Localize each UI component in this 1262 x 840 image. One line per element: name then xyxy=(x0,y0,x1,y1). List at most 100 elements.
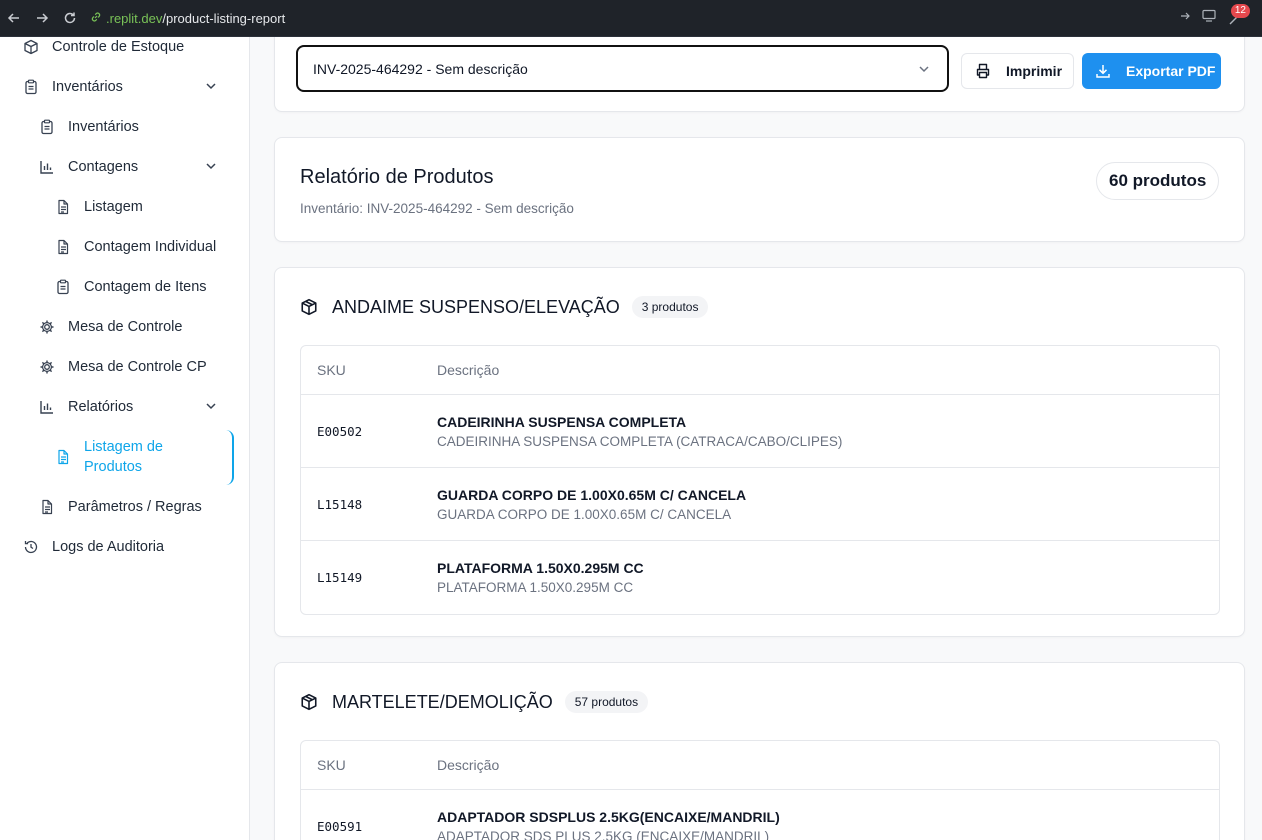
toolbar-card: INV-2025-464292 - Sem descrição Imprimir… xyxy=(274,37,1245,112)
chevron-down-icon[interactable] xyxy=(204,399,218,417)
table-row: E00591 ADAPTADOR SDSPLUS 2.5KG(ENCAIXE/M… xyxy=(301,790,1219,840)
sidebar-item-label: Listagem xyxy=(84,199,143,215)
row-product-description: CADEIRINHA SUSPENSA COMPLETA (CATRACA/CA… xyxy=(437,434,843,449)
column-header-sku: SKU xyxy=(317,362,346,378)
export-pdf-button[interactable]: Exportar PDF xyxy=(1082,53,1221,89)
row-product-description: PLATAFORMA 1.50X0.295M CC xyxy=(437,580,634,595)
category-header: MARTELETE/DEMOLIÇÃO 57 produtos xyxy=(300,691,649,713)
inventory-select-value: INV-2025-464292 - Sem descrição xyxy=(313,60,528,77)
inventory-select[interactable]: INV-2025-464292 - Sem descrição xyxy=(296,45,949,92)
table-row: E00502 CADEIRINHA SUSPENSA COMPLETA CADE… xyxy=(301,395,1219,468)
row-product-name: PLATAFORMA 1.50X0.295M CC xyxy=(437,560,644,576)
clipboard-icon xyxy=(22,78,40,96)
sidebar-item-label: Controle de Estoque xyxy=(52,39,185,55)
category-count-badge: 3 produtos xyxy=(631,296,709,318)
sidebar-item-inventarios[interactable]: Inventários xyxy=(0,107,250,147)
products-table: SKU Descrição E00502 CADEIRINHA SUSPENSA… xyxy=(300,345,1220,615)
sidebar-item-parametros[interactable]: Parâmetros / Regras xyxy=(0,487,250,527)
clipboard-icon xyxy=(54,278,72,296)
row-product-name: CADEIRINHA SUSPENSA COMPLETA xyxy=(437,414,687,430)
print-button-label: Imprimir xyxy=(1006,63,1063,79)
row-product-description: ADAPTADOR SDS PLUS 2,5KG (ENCAIXE/MANDRI… xyxy=(437,829,770,840)
gear-icon xyxy=(38,358,56,376)
sidebar-item-logs-auditoria[interactable]: Logs de Auditoria xyxy=(0,527,250,567)
url-path: /product-listing-report xyxy=(162,10,286,26)
sidebar-item-label-line2: Produtos xyxy=(84,459,143,475)
bar-chart-icon xyxy=(38,398,56,416)
sidebar-item-label: Relatórios xyxy=(68,399,134,415)
row-sku: L15149 xyxy=(317,570,363,585)
category-header: ANDAIME SUSPENSO/ELEVAÇÃO 3 produtos xyxy=(300,296,709,318)
report-subtitle: Inventário: INV-2025-464292 - Sem descri… xyxy=(300,201,574,216)
row-product-name: ADAPTADOR SDSPLUS 2.5KG(ENCAIXE/MANDRIL) xyxy=(437,809,780,825)
column-header-description: Descrição xyxy=(437,362,500,378)
chevron-down-icon[interactable] xyxy=(204,159,218,177)
sidebar-item-label: Inventários xyxy=(68,119,139,135)
sidebar-item-mesa-controle-cp[interactable]: Mesa de Controle CP xyxy=(0,347,250,387)
row-sku: E00502 xyxy=(317,424,363,439)
gear-icon xyxy=(38,318,56,336)
package-icon xyxy=(300,298,318,316)
sidebar-item-listagem[interactable]: Listagem xyxy=(0,187,250,227)
history-icon xyxy=(22,538,40,556)
sidebar-item-contagens[interactable]: Contagens xyxy=(0,147,250,187)
devices-icon[interactable] xyxy=(1202,9,1218,28)
sidebar-item-contagem-individual[interactable]: Contagem Individual xyxy=(0,227,250,267)
report-title: Relatório de Produtos xyxy=(300,166,494,188)
sidebar-item-label: Inventários xyxy=(52,79,123,95)
active-indicator xyxy=(225,430,234,485)
chevron-down-icon xyxy=(917,62,931,79)
bar-chart-icon xyxy=(38,158,56,176)
column-header-sku: SKU xyxy=(317,757,346,773)
file-icon xyxy=(38,498,56,516)
sidebar-item-label-line1: Listagem de xyxy=(84,439,163,455)
table-row: L15149 PLATAFORMA 1.50X0.295M CC PLATAFO… xyxy=(301,541,1219,614)
product-count-badge: 60 produtos xyxy=(1096,162,1220,200)
file-icon xyxy=(54,238,72,256)
sidebar-item-controle-estoque[interactable]: Controle de Estoque xyxy=(0,27,250,67)
column-header-description: Descrição xyxy=(437,757,500,773)
sidebar-item-label: Contagens xyxy=(68,159,139,175)
category-title: ANDAIME SUSPENSO/ELEVAÇÃO xyxy=(332,296,620,317)
products-table: SKU Descrição E00591 ADAPTADOR SDSPLUS 2… xyxy=(300,740,1220,840)
sidebar-item-relatorios[interactable]: Relatórios xyxy=(0,387,250,427)
sidebar-item-inventarios-group[interactable]: Inventários xyxy=(0,67,250,107)
category-count-badge: 57 produtos xyxy=(564,691,649,713)
url-domain: .replit.dev xyxy=(106,10,163,26)
category-title: MARTELETE/DEMOLIÇÃO xyxy=(332,691,553,712)
report-header-card: Relatório de Produtos Inventário: INV-20… xyxy=(274,137,1245,242)
sidebar-item-label: Parâmetros / Regras xyxy=(68,499,202,515)
package-icon xyxy=(300,693,318,711)
sidebar-item-contagem-itens[interactable]: Contagem de Itens xyxy=(0,267,250,307)
category-card: ANDAIME SUSPENSO/ELEVAÇÃO 3 produtos SKU… xyxy=(274,267,1245,637)
sidebar-item-listagem-produtos[interactable]: Listagem de Produtos xyxy=(0,437,250,477)
main-content: INV-2025-464292 - Sem descrição Imprimir… xyxy=(250,37,1262,840)
address-bar[interactable]: .replit.dev/product-listing-report xyxy=(90,11,285,26)
sidebar-item-label: Logs de Auditoria xyxy=(52,539,165,555)
table-row: L15148 GUARDA CORPO DE 1.00X0.65M C/ CAN… xyxy=(301,468,1219,541)
print-button[interactable]: Imprimir xyxy=(961,53,1074,89)
table-header: SKU Descrição xyxy=(301,741,1219,790)
row-sku: L15148 xyxy=(317,497,363,512)
chevron-down-icon[interactable] xyxy=(204,79,218,97)
export-pdf-button-label: Exportar PDF xyxy=(1126,63,1216,79)
extensions-icon[interactable]: 12 xyxy=(1228,0,1254,37)
box-icon xyxy=(22,38,40,56)
sidebar-item-label-wrap: Listagem de Produtos xyxy=(84,437,163,477)
file-icon xyxy=(54,448,72,466)
link-icon xyxy=(90,11,102,26)
row-product-name: GUARDA CORPO DE 1.00X0.65M C/ CANCELA xyxy=(437,487,747,503)
sidebar-item-label: Contagem Individual xyxy=(84,239,217,255)
table-header: SKU Descrição xyxy=(301,346,1219,395)
sidebar-item-label: Mesa de Controle xyxy=(68,319,183,335)
sidebar-item-label: Mesa de Controle CP xyxy=(68,359,207,375)
row-product-description: GUARDA CORPO DE 1.00X0.65M C/ CANCELA xyxy=(437,507,732,522)
arrow-right-icon[interactable] xyxy=(1178,9,1192,28)
sidebar: Controle de Estoque Inventários Inventár… xyxy=(0,37,250,840)
row-sku: E00591 xyxy=(317,819,363,834)
clipboard-icon xyxy=(38,118,56,136)
file-icon xyxy=(54,198,72,216)
download-icon xyxy=(1094,62,1112,80)
sidebar-item-mesa-controle[interactable]: Mesa de Controle xyxy=(0,307,250,347)
category-card: MARTELETE/DEMOLIÇÃO 57 produtos SKU Desc… xyxy=(274,662,1245,840)
